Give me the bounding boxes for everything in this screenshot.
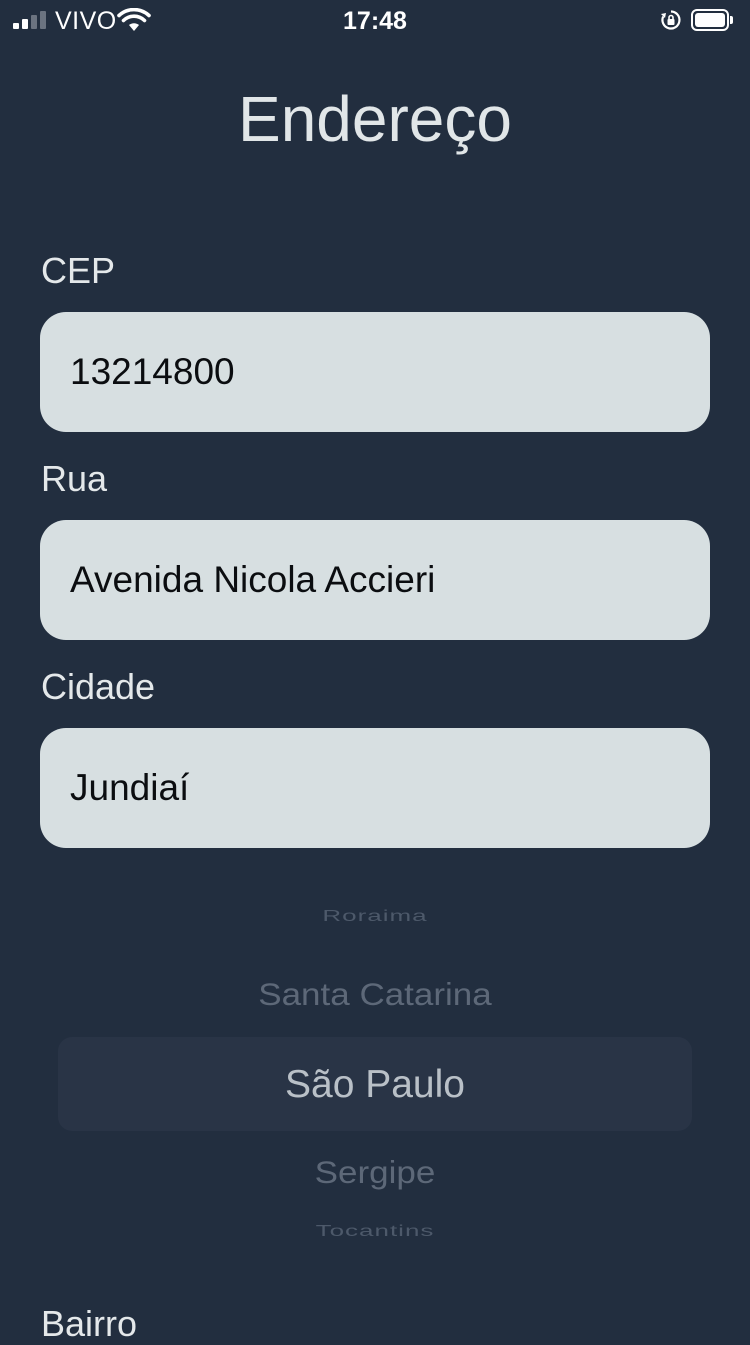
- battery-icon: [691, 9, 733, 31]
- picker-option[interactable]: Tocantins: [0, 1221, 750, 1240]
- rua-label: Rua: [41, 458, 108, 499]
- picker-option[interactable]: Santa Catarina: [0, 977, 750, 1013]
- bairro-label: Bairro: [41, 1303, 138, 1344]
- cep-label: CEP: [41, 250, 116, 291]
- state-picker[interactable]: Roraima Santa Catarina São Paulo Sergipe…: [0, 880, 750, 1280]
- cep-input[interactable]: 13214800: [40, 312, 710, 432]
- rua-input[interactable]: Avenida Nicola Accieri: [40, 520, 710, 640]
- status-time: 17:48: [343, 7, 407, 35]
- status-bar: VIVO 17:48: [0, 0, 750, 40]
- picker-option-selected[interactable]: São Paulo: [0, 1063, 750, 1107]
- page-title: Endereço: [238, 83, 512, 155]
- rotation-lock-icon: [661, 10, 681, 30]
- cidade-label: Cidade: [41, 666, 156, 707]
- picker-option[interactable]: Sergipe: [0, 1155, 750, 1191]
- cidade-input[interactable]: Jundiaí: [40, 728, 710, 848]
- picker-option[interactable]: Roraima: [0, 906, 750, 925]
